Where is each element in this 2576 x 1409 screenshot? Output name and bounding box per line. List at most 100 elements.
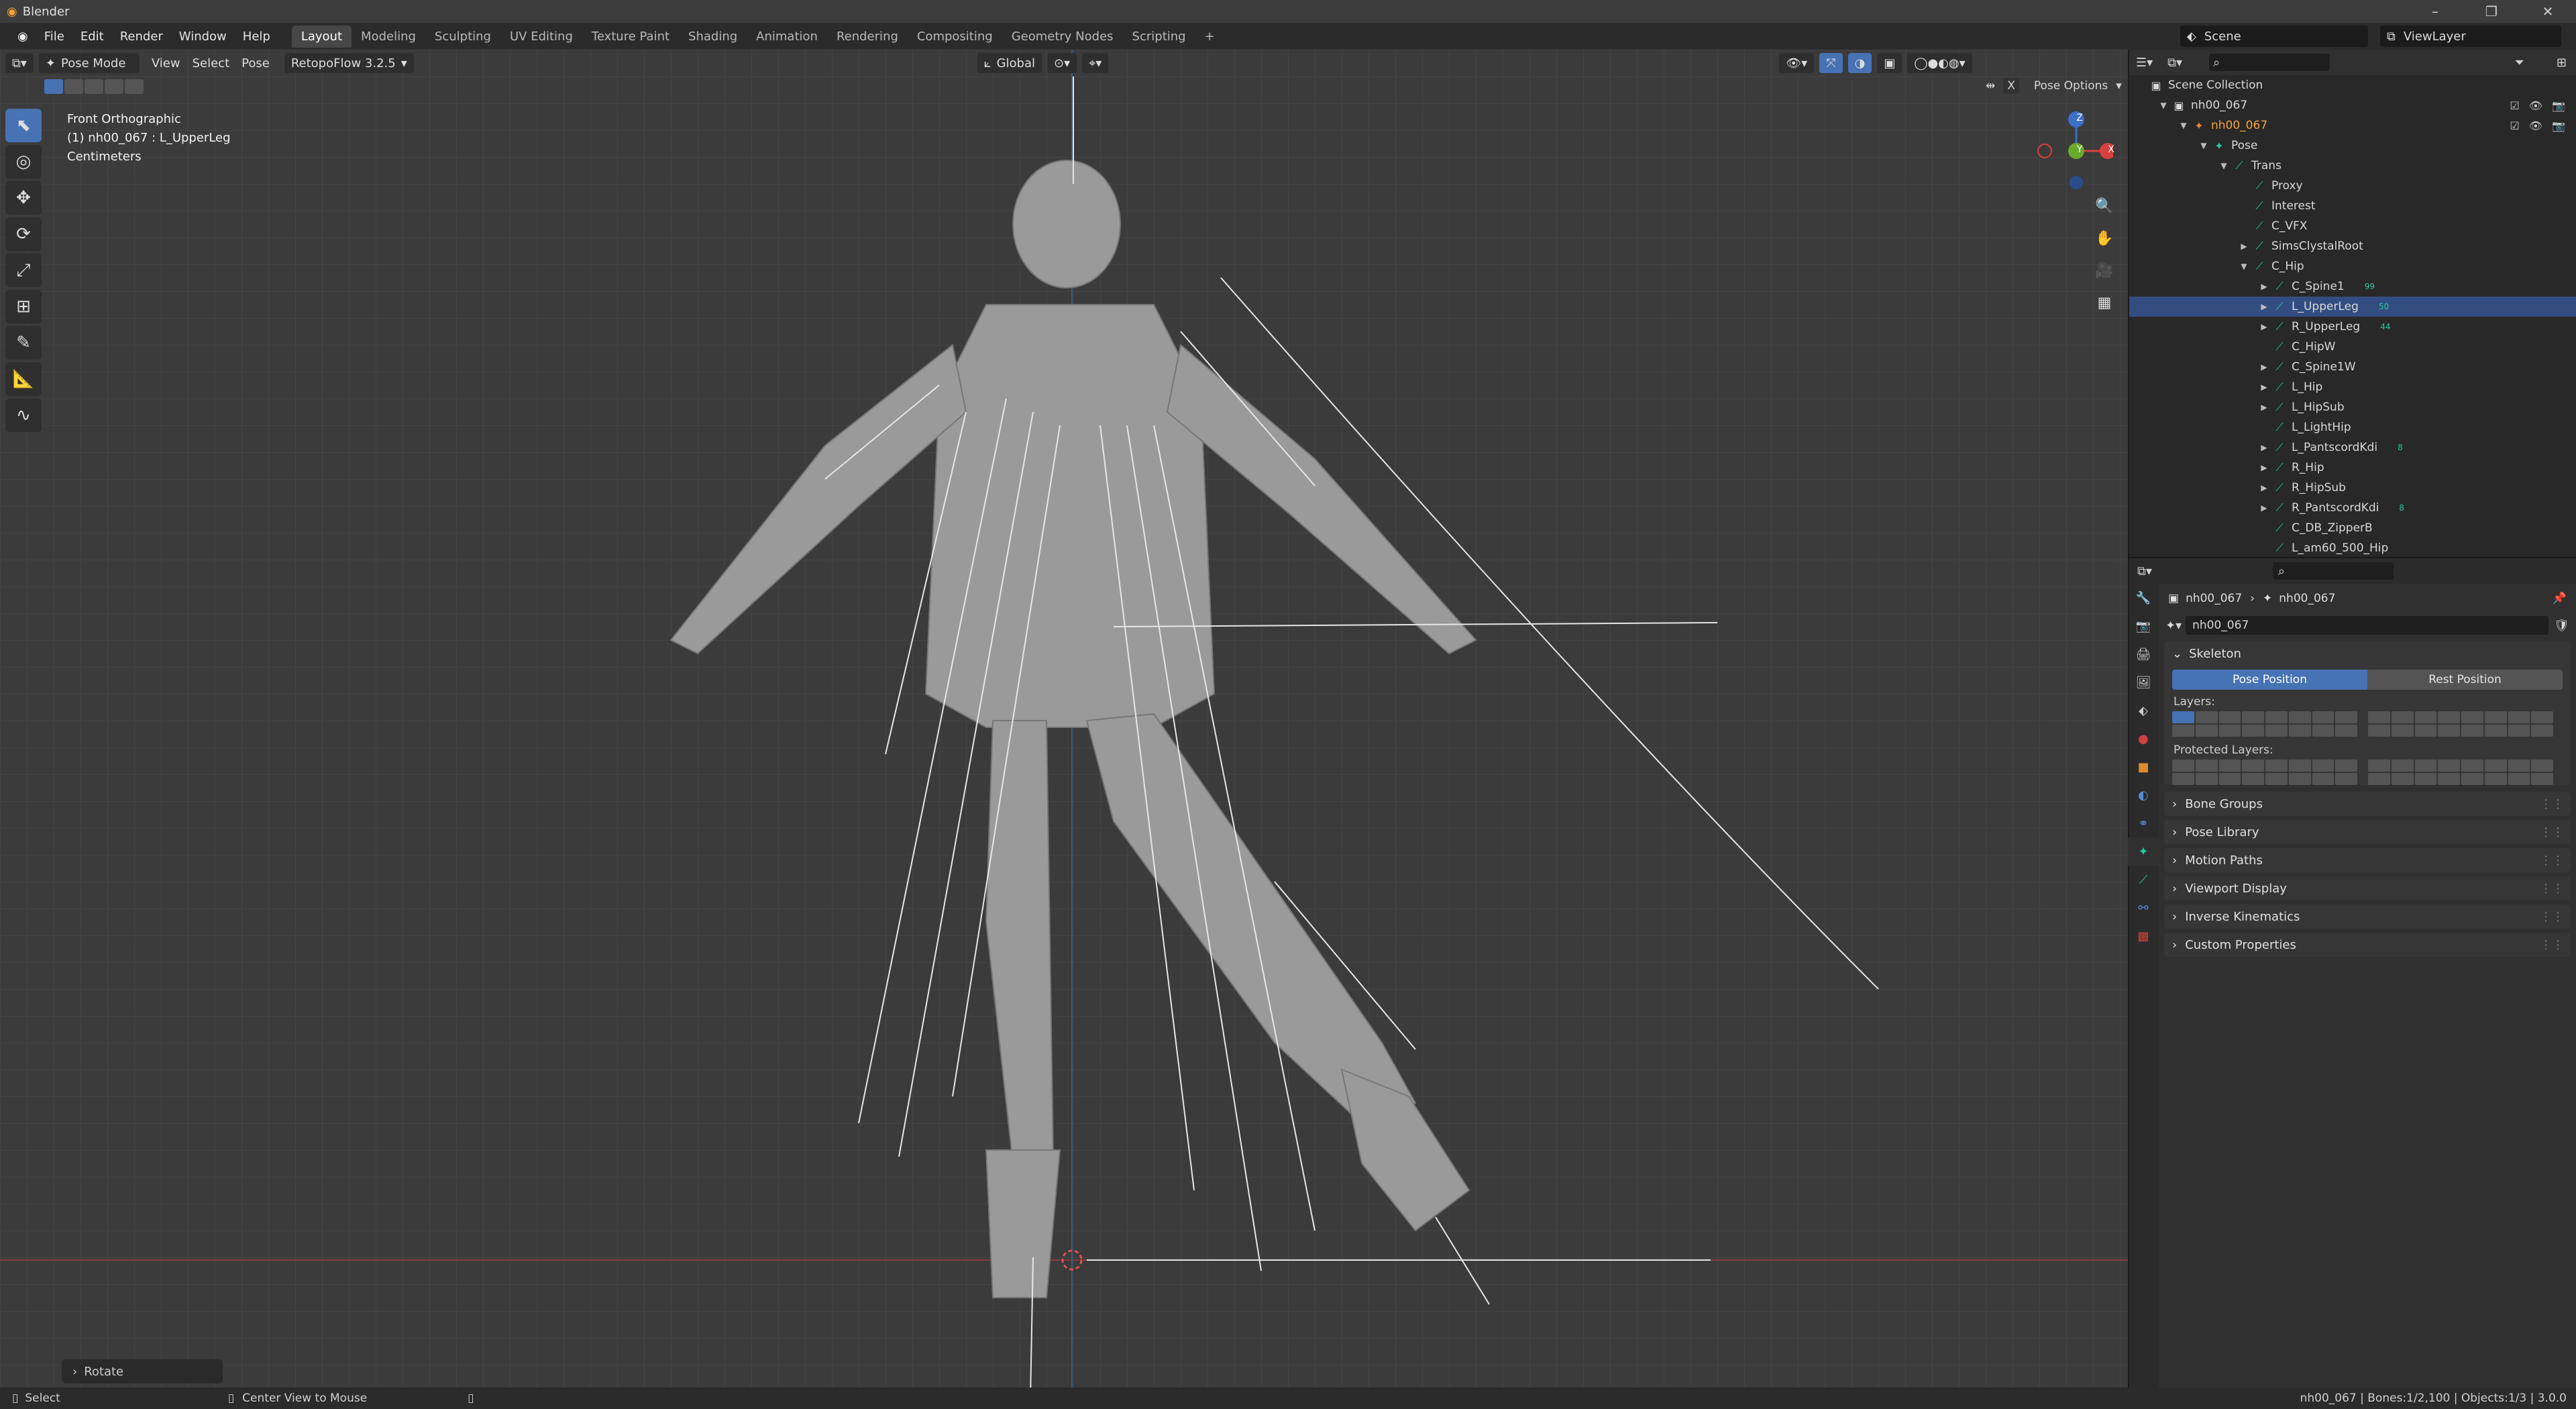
xray-toggle[interactable]: ▣	[1877, 53, 1902, 73]
display-mode-icon[interactable]: ⧉▾	[2167, 56, 2182, 70]
select-subtract-icon[interactable]	[85, 79, 103, 94]
armature-data-icon[interactable]: ✦▾	[2165, 619, 2182, 633]
collapsed-panel[interactable]: › Custom Properties ⋮⋮	[2164, 933, 2571, 957]
outliner-item[interactable]: ▶ ⟋ R_HipSub	[2129, 478, 2576, 498]
tab-bone-constraints[interactable]: ⚯	[2128, 894, 2159, 922]
select-invert-icon[interactable]	[105, 79, 123, 94]
collapsed-panel[interactable]: › Inverse Kinematics ⋮⋮	[2164, 904, 2571, 929]
outliner-item[interactable]: ▶ ⟋ L_Hip	[2129, 377, 2576, 397]
shading-modes[interactable]: ◯●◐◍▾	[1907, 53, 1972, 73]
skeleton-panel-header[interactable]: ⌄ Skeleton	[2164, 641, 2571, 666]
outliner-item[interactable]: ⟋ L_am60_500_Hip	[2129, 538, 2576, 558]
camera-view-button[interactable]: 🎥	[2089, 256, 2120, 284]
tab-render[interactable]: 📷	[2128, 612, 2159, 640]
panel-header[interactable]: › Pose Library ⋮⋮	[2164, 820, 2571, 844]
panel-header[interactable]: › Bone Groups ⋮⋮	[2164, 792, 2571, 816]
properties-editor-icon[interactable]: ⧉▾	[2137, 564, 2152, 578]
collapsed-arrow-icon[interactable]: ▶	[2257, 463, 2271, 472]
select-extend-icon[interactable]	[64, 79, 83, 94]
data-name-field[interactable]: nh00_067	[2186, 616, 2549, 635]
menu-pose[interactable]: Pose	[241, 56, 270, 70]
scale-tool[interactable]: ⤢	[5, 254, 42, 287]
mode-selector[interactable]: ✦ Pose Mode	[38, 53, 140, 73]
transform-tool[interactable]: ⊞	[5, 290, 42, 323]
outliner-item[interactable]: ▶ ⟋ R_Hip	[2129, 458, 2576, 478]
pose-options-menu[interactable]: Pose Options	[2034, 79, 2108, 93]
tab-modifiers[interactable]: ◐	[2128, 781, 2159, 809]
new-collection-icon[interactable]: ⊞	[2557, 56, 2567, 70]
filter-icon[interactable]: ⏷	[2515, 56, 2524, 70]
outliner-item[interactable]: ▼ ⟋ Trans	[2129, 156, 2576, 176]
outliner-item[interactable]: ⟋ L_LightHip	[2129, 417, 2576, 437]
collapsed-panel[interactable]: › Bone Groups ⋮⋮	[2164, 792, 2571, 816]
collapsed-arrow-icon[interactable]: ▶	[2257, 302, 2271, 311]
checkbox-icon[interactable]: ☑	[2510, 119, 2519, 132]
tab-sculpting[interactable]: Sculpting	[425, 25, 500, 48]
tab-geometry-nodes[interactable]: Geometry Nodes	[1002, 25, 1123, 48]
outliner-item[interactable]: ⟋ Interest	[2129, 196, 2576, 216]
outliner-item[interactable]: ⟋ C_HipW	[2129, 337, 2576, 357]
fake-user-icon[interactable]: 🛡	[2554, 619, 2569, 633]
collapsed-panel[interactable]: › Pose Library ⋮⋮	[2164, 820, 2571, 844]
collapsed-arrow-icon[interactable]: ▶	[2257, 322, 2271, 331]
select-new-icon[interactable]	[44, 79, 63, 94]
outliner-item[interactable]: ▼ ▣ nh00_067 ☑ 👁 📷	[2129, 95, 2576, 115]
panel-header[interactable]: › Inverse Kinematics ⋮⋮	[2164, 904, 2571, 929]
pose-position-button[interactable]: Pose Position	[2172, 670, 2367, 690]
outliner-item[interactable]: ▶ ⟋ C_Spine1W	[2129, 357, 2576, 377]
outliner-item[interactable]: ▼ ⟋ C_Hip	[2129, 256, 2576, 276]
outliner-item[interactable]: ▶ ⟋ R_PantscordKdi 8	[2129, 498, 2576, 518]
relax-tool[interactable]: ∿	[5, 399, 42, 432]
tab-scene[interactable]: ⬖	[2128, 696, 2159, 725]
visibility-toggles[interactable]: ☑ 👁 📷	[2510, 99, 2565, 112]
outliner-item[interactable]: ⟋ C_DB_ZipperB	[2129, 518, 2576, 538]
menu-view[interactable]: View	[152, 56, 180, 70]
tab-compositing[interactable]: Compositing	[908, 25, 1002, 48]
layer-grid-right[interactable]	[2368, 711, 2553, 737]
drag-handle-icon[interactable]: ⋮⋮	[2540, 938, 2564, 952]
pan-button[interactable]: ✋	[2089, 224, 2120, 252]
outliner-item[interactable]: ▼ ✦ nh00_067 ☑ 👁 📷	[2129, 115, 2576, 136]
menu-file[interactable]: File	[36, 30, 72, 44]
tab-object[interactable]: ■	[2128, 753, 2159, 781]
expanded-arrow-icon[interactable]: ▼	[2156, 101, 2171, 110]
blender-menu-icon[interactable]: ◉	[9, 30, 36, 44]
x-mirror-toggle[interactable]: X	[2003, 78, 2019, 94]
collapsed-arrow-icon[interactable]: ▶	[2257, 443, 2271, 452]
camera-icon[interactable]: 📷	[2552, 99, 2565, 112]
pivot-point-button[interactable]: ⊙▾	[1047, 53, 1077, 73]
move-tool[interactable]: ✥	[5, 181, 42, 215]
menu-window[interactable]: Window	[171, 30, 235, 44]
outliner-search[interactable]: ⌕	[2209, 54, 2330, 71]
drag-handle-icon[interactable]: ⋮⋮	[2540, 825, 2564, 839]
outliner-item[interactable]: ⟋ Proxy	[2129, 176, 2576, 196]
add-workspace-button[interactable]: +	[1195, 25, 1224, 48]
outliner-item[interactable]: ▶ ⟋ R_UpperLeg 44	[2129, 317, 2576, 337]
visibility-button[interactable]: 👁▾	[1779, 53, 1815, 73]
outliner-item[interactable]: ⟋ C_VFX	[2129, 216, 2576, 236]
close-button[interactable]: ✕	[2520, 0, 2576, 23]
eye-icon[interactable]: 👁	[2529, 119, 2542, 132]
tab-world[interactable]: ●	[2128, 725, 2159, 753]
expanded-arrow-icon[interactable]: ▼	[2237, 262, 2251, 271]
maximize-button[interactable]: ❐	[2463, 0, 2520, 23]
drag-handle-icon[interactable]: ⋮⋮	[2540, 797, 2564, 811]
outliner-item[interactable]: ▶ ⟋ L_UpperLeg 50	[2129, 297, 2576, 317]
annotate-tool[interactable]: ✎	[5, 326, 42, 360]
visibility-toggles[interactable]: ☑ 👁 📷	[2510, 119, 2565, 132]
expanded-arrow-icon[interactable]: ▼	[2196, 141, 2211, 150]
collapsed-arrow-icon[interactable]: ▶	[2257, 362, 2271, 372]
minimize-button[interactable]: –	[2407, 0, 2463, 23]
tab-uv-editing[interactable]: UV Editing	[500, 25, 582, 48]
collapsed-arrow-icon[interactable]: ▶	[2257, 503, 2271, 513]
collapsed-panel[interactable]: › Motion Paths ⋮⋮	[2164, 848, 2571, 872]
outliner-item[interactable]: ▼ ✦ Pose	[2129, 136, 2576, 156]
collapsed-panel[interactable]: › Viewport Display ⋮⋮	[2164, 876, 2571, 900]
outliner-item[interactable]: ▶ ⟋ C_Spine1 99	[2129, 276, 2576, 297]
tab-rendering[interactable]: Rendering	[827, 25, 908, 48]
retopoflow-menu[interactable]: RetopoFlow 3.2.5 ▾	[284, 53, 414, 73]
menu-edit[interactable]: Edit	[72, 30, 112, 44]
rotate-tool[interactable]: ⟳	[5, 217, 42, 251]
pin-icon[interactable]: 📌	[2553, 592, 2567, 605]
overlay-toggle[interactable]: ◑	[1847, 53, 1872, 73]
